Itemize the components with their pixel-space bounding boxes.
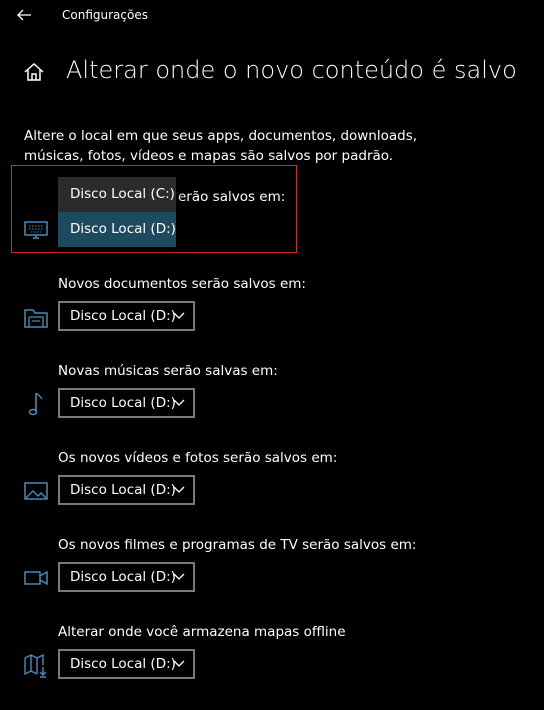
documents-label: Novos documentos serão salvos em: — [58, 276, 306, 292]
movies-tv-label: Os novos filmes e programas de TV serão … — [58, 537, 417, 553]
dropdown-value: Disco Local (D:) — [70, 569, 176, 585]
music-location-dropdown[interactable]: Disco Local (D:) — [58, 388, 195, 418]
popup-option-c[interactable]: Disco Local (C:) — [58, 177, 176, 212]
page-title: Alterar onde o novo conteúdo é salvo — [66, 56, 517, 84]
dropdown-value: Disco Local (D:) — [70, 395, 176, 411]
back-arrow-icon[interactable] — [14, 6, 34, 24]
videos-photos-location-dropdown[interactable]: Disco Local (D:) — [58, 475, 195, 505]
page-description: Altere o local em que seus apps, documen… — [24, 128, 418, 164]
music-label: Novas músicas serão salvas em: — [58, 363, 278, 379]
offline-maps-location-dropdown[interactable]: Disco Local (D:) — [58, 649, 195, 679]
chevron-down-icon — [173, 486, 185, 493]
folder-icon — [24, 309, 48, 328]
movies-tv-location-dropdown[interactable]: Disco Local (D:) — [58, 562, 195, 592]
dropdown-value: Disco Local (D:) — [70, 482, 176, 498]
documents-location-dropdown[interactable]: Disco Local (D:) — [58, 301, 195, 331]
title-bar: Configurações — [0, 0, 544, 32]
home-icon — [24, 62, 44, 81]
music-note-icon — [28, 392, 43, 416]
chevron-down-icon — [173, 573, 185, 580]
chevron-down-icon — [173, 312, 185, 319]
map-download-icon — [24, 653, 47, 678]
videos-photos-label: Os novos vídeos e fotos serão salvos em: — [58, 450, 338, 466]
popup-option-label: Disco Local (D:) — [70, 221, 176, 237]
popup-option-label: Disco Local (C:) — [70, 186, 175, 202]
dropdown-value: Disco Local (D:) — [70, 656, 176, 672]
chevron-down-icon — [173, 660, 185, 667]
video-camera-icon — [24, 570, 48, 586]
offline-maps-label: Alterar onde você armazena mapas offline — [58, 624, 346, 640]
picture-icon — [24, 482, 48, 500]
chevron-down-icon — [173, 399, 185, 406]
apps-location-popup: Disco Local (C:) Disco Local (D:) — [58, 177, 176, 247]
window-title: Configurações — [62, 8, 148, 22]
popup-option-d[interactable]: Disco Local (D:) — [58, 212, 176, 247]
dropdown-value: Disco Local (D:) — [70, 308, 176, 324]
